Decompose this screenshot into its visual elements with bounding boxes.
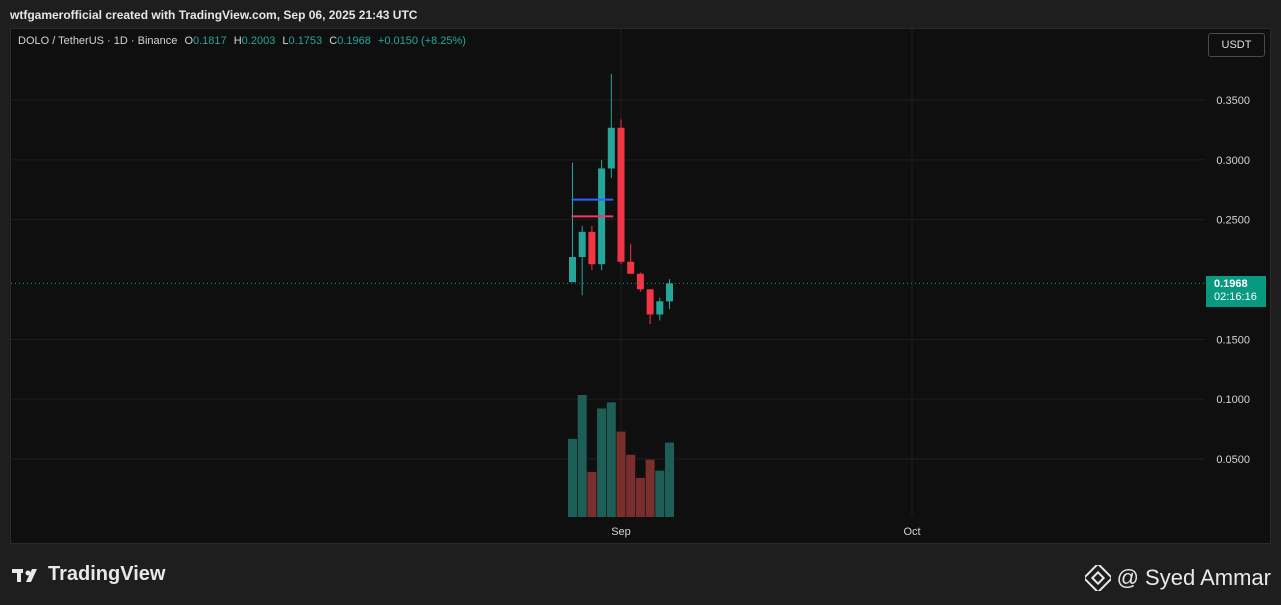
- open-value: 0.1817: [193, 35, 227, 47]
- candle-body: [656, 301, 664, 315]
- last-price-value: 0.1968: [1214, 278, 1248, 290]
- candle-body: [578, 231, 586, 258]
- volume-bar: [626, 454, 636, 517]
- credit-text: @ Syed Ammar: [1116, 565, 1271, 590]
- volume-bar: [577, 395, 587, 517]
- close-value: 0.1968: [337, 35, 371, 47]
- close-label: C: [329, 35, 338, 47]
- volume-bar: [587, 471, 597, 517]
- candle-body: [666, 283, 673, 302]
- x-axis: Sep Oct: [611, 526, 920, 538]
- ohlc-legend: DOLO / TetherUS · 1D · Binance O0.1817 H…: [18, 35, 466, 47]
- high-value: 0.2003: [241, 35, 276, 47]
- y-tick-label: 0.1000: [1216, 394, 1250, 406]
- open-label: O: [184, 35, 193, 47]
- tradingview-logo-icon: [12, 568, 37, 582]
- price-chart[interactable]: 0.3500 0.3000 0.2500 0.1500 0.1000 0.0500 Sep…: [0, 0, 1281, 605]
- low-value: 0.1753: [288, 35, 323, 47]
- candle-body: [627, 261, 635, 274]
- candle-body: [607, 127, 615, 169]
- volume-bar: [616, 431, 626, 517]
- y-tick-label: 0.3500: [1216, 95, 1250, 107]
- tradingview-logo[interactable]: TradingView: [12, 563, 165, 586]
- volume-bar: [568, 438, 577, 517]
- bar-countdown: 02:16:16: [1214, 291, 1257, 303]
- y-tick-label: 0.3000: [1216, 155, 1250, 167]
- currency-unit-button[interactable]: USDT: [1208, 33, 1265, 57]
- y-tick-label: 0.2500: [1216, 215, 1250, 227]
- symbol-label[interactable]: DOLO / TetherUS · 1D · Binance: [18, 35, 177, 47]
- high-label: H: [233, 35, 242, 47]
- volume-bar: [597, 408, 607, 517]
- volume-bar: [645, 459, 655, 517]
- last-price-tag: 0.1968 02:16:16: [1206, 276, 1266, 307]
- candle-body: [569, 257, 576, 283]
- x-tick-label: Oct: [903, 526, 920, 538]
- volume-bar: [606, 402, 616, 517]
- candle-body: [646, 289, 654, 315]
- author-credit: @ Syed Ammar: [1084, 565, 1271, 591]
- volume-bar: [665, 442, 674, 517]
- volume-bar: [655, 470, 665, 517]
- volume-bar: [635, 477, 645, 517]
- candle-body: [617, 127, 625, 262]
- candle-body: [636, 273, 644, 290]
- candle-body: [588, 231, 596, 265]
- y-tick-label: 0.1500: [1216, 334, 1250, 346]
- horizontal-lines: [571, 198, 614, 218]
- x-tick-label: Sep: [611, 526, 631, 538]
- brand-name: TradingView: [48, 563, 166, 585]
- change-value: +0.0150 (+8.25%): [377, 35, 466, 47]
- binance-diamond-icon: [1084, 565, 1111, 591]
- y-tick-label: 0.0500: [1216, 454, 1250, 466]
